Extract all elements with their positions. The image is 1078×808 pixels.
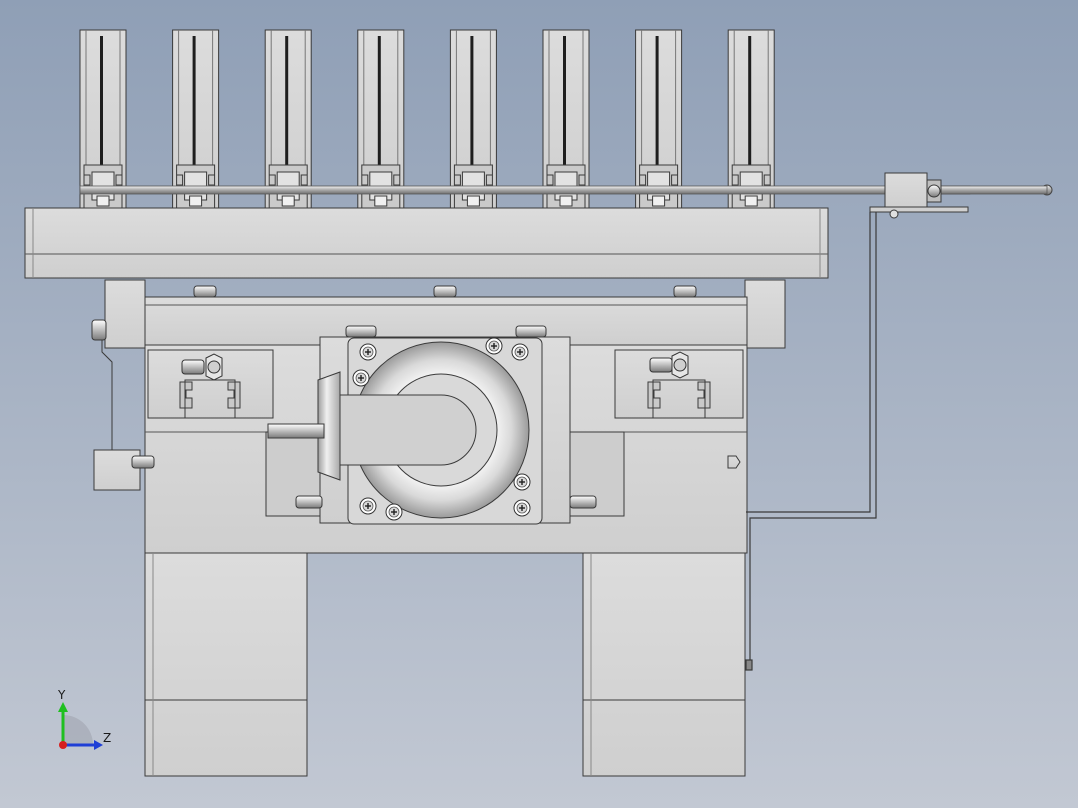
bottom-leg-right[interactable] xyxy=(582,552,746,777)
mechanical-assembly-drawing[interactable] xyxy=(0,0,1078,808)
axis-label-y: Y xyxy=(58,688,66,702)
cad-viewport[interactable]: Y Z xyxy=(0,0,1078,808)
column-5[interactable] xyxy=(449,29,497,209)
column-8[interactable] xyxy=(727,29,775,209)
phillips-screw-icon xyxy=(513,499,531,517)
axis-triad xyxy=(58,702,103,750)
vertical-columns xyxy=(79,29,775,209)
column-7[interactable] xyxy=(635,29,683,209)
phillips-screw-icon xyxy=(485,337,503,355)
column-2[interactable] xyxy=(172,29,220,209)
phillips-screw-icon xyxy=(359,497,377,515)
phillips-screw-icon xyxy=(352,369,370,387)
top-beam[interactable] xyxy=(24,207,829,279)
axis-label-z: Z xyxy=(103,731,112,745)
sensor-block[interactable] xyxy=(869,172,969,219)
column-3[interactable] xyxy=(264,29,312,209)
phillips-screw-icon xyxy=(385,503,403,521)
phillips-screw-icon xyxy=(511,343,529,361)
phillips-screw-icon xyxy=(359,343,377,361)
column-6[interactable] xyxy=(542,29,590,209)
bottom-leg-left[interactable] xyxy=(144,552,308,777)
phillips-screw-icon xyxy=(513,473,531,491)
column-4[interactable] xyxy=(357,29,405,209)
column-1[interactable] xyxy=(79,29,127,209)
